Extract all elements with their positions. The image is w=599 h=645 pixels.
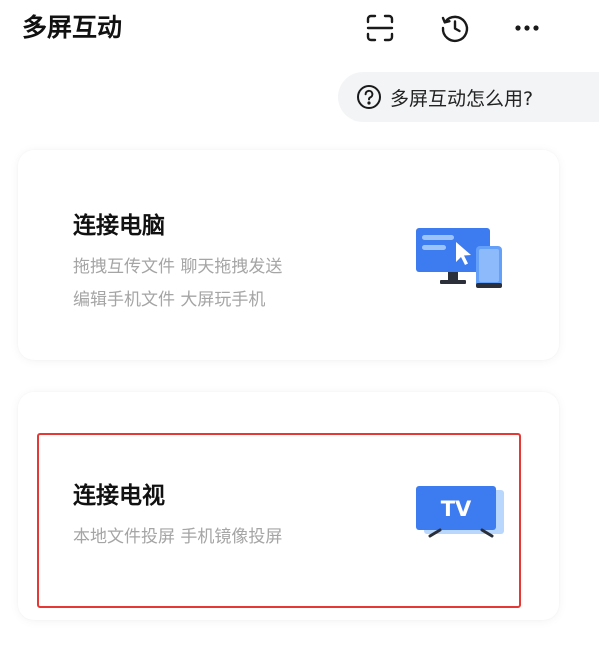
- tv-icon: TV: [416, 486, 504, 538]
- history-button[interactable]: [436, 9, 474, 47]
- more-button[interactable]: [508, 9, 546, 47]
- card-title: 连接电视: [73, 483, 165, 509]
- card-title: 连接电脑: [73, 213, 165, 239]
- page-title: 多屏互动: [22, 13, 123, 42]
- help-label: 多屏互动怎么用?: [390, 87, 534, 110]
- card-description: 本地文件投屏 手机镜像投屏: [73, 527, 283, 547]
- svg-text:TV: TV: [441, 497, 472, 521]
- card-description: 编辑手机文件 大屏玩手机: [73, 290, 266, 310]
- question-circle-icon: [357, 85, 381, 109]
- connect-tv-card[interactable]: 连接电视 本地文件投屏 手机镜像投屏 TV: [18, 392, 559, 620]
- more-icon: [515, 25, 539, 31]
- help-button[interactable]: 多屏互动怎么用?: [338, 72, 599, 122]
- card-description: 拖拽互传文件 聊天拖拽发送: [73, 257, 283, 277]
- multi-screen-page: 多屏互动 多屏互动怎么用? 连接电脑 拖拽互传文件 聊天拖拽发送 编辑手机文件 …: [0, 0, 599, 645]
- scan-button[interactable]: [361, 9, 399, 47]
- history-icon: [441, 15, 469, 43]
- connect-computer-card[interactable]: 连接电脑 拖拽互传文件 聊天拖拽发送 编辑手机文件 大屏玩手机: [18, 150, 559, 360]
- scan-icon: [366, 14, 394, 42]
- computer-phone-icon: [416, 228, 502, 288]
